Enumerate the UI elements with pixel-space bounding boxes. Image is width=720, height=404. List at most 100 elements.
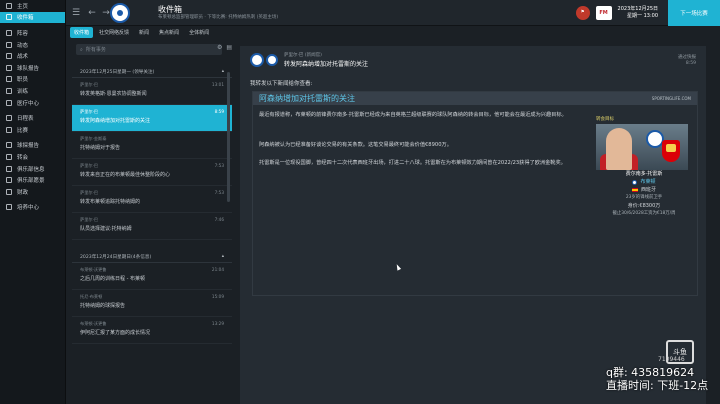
message-item[interactable]: 萨里尔·巴 队员选择建议:托特纳姆 7:46	[72, 213, 232, 240]
message-groups: 2023年12月25日星期一 (领导关注) ▴ 萨里尔·巴 转发英格斯·恩曼农协调整新…	[72, 65, 232, 344]
player-nation[interactable]: 西班牙	[596, 186, 692, 194]
player-value: 身价:€8300万	[627, 203, 661, 209]
sidebar-item-label: 职员	[17, 77, 29, 84]
sidebar-item[interactable]: 收件箱	[0, 11, 65, 24]
finance-icon	[6, 188, 12, 195]
report-icon	[6, 64, 12, 71]
sidebar-item[interactable]: 阵容	[0, 27, 65, 39]
sidebar-item[interactable]: 职员	[0, 74, 65, 86]
top-bar: ☰ ← → 收件箱 布莱顿总监部管理职员 · 下等比赛: 托特纳姆热刺 (英超主…	[66, 0, 720, 26]
forward-intro: 我转发以下新闻给你查看:	[250, 81, 313, 87]
arsenal-crest-icon	[662, 140, 680, 162]
notification-icon[interactable]: ⚑	[575, 6, 590, 20]
message-from: 萨里尔·巴	[80, 217, 99, 222]
message-item[interactable]: 萨里尔·巴 转发阿森纳增加对托雷斯的关注 8:59	[72, 105, 232, 132]
message-item[interactable]: 布莱顿·沃更鲁 伊阿尼汇报了某方面的成长情况 13:29	[72, 317, 232, 344]
vision-icon	[6, 177, 12, 184]
message-item[interactable]: 萨里尔·巴转发布莱顿追踪托特纳姆的 7:53	[72, 186, 232, 213]
back-icon[interactable]: ←	[86, 7, 98, 19]
player-club[interactable]: 布莱顿	[596, 178, 692, 186]
message-time: 7:53	[214, 163, 224, 168]
message-from: 托尼·布莱顿	[80, 294, 103, 299]
sidebar-item[interactable]: 医疗中心	[0, 97, 65, 109]
sidebar-item[interactable]: 转会	[0, 151, 65, 163]
inbox-icon	[6, 14, 12, 21]
transfer-icon	[6, 153, 12, 160]
message-item[interactable]: 萨里尔·金斯泰 托特纳姆对于报告	[72, 132, 232, 159]
sort-icon[interactable]: ▤	[226, 44, 232, 51]
sidebar-item[interactable]: 俱乐部信息	[0, 163, 65, 175]
sidebar-item[interactable]: 球队报告	[0, 62, 65, 74]
tab[interactable]: 全体新闻	[185, 27, 213, 38]
sidebar-item[interactable]: 俱乐部愿景	[0, 174, 65, 186]
menu-icon[interactable]: ☰	[70, 7, 82, 19]
topbar-right: ⚑ FM 2023年12月25日 星期一 13:00 下一场比赛	[575, 0, 720, 26]
sidebar-item-label: 动态	[17, 42, 29, 49]
home-icon	[6, 2, 12, 9]
tab[interactable]: 新闻	[135, 27, 153, 38]
tab[interactable]: 焦点新闻	[155, 27, 183, 38]
collapse-icon[interactable]: ▴	[222, 69, 224, 75]
message-item[interactable]: 萨里尔·巴转发来自正在的布莱顿最佳休整阶段的心 7:53	[72, 159, 232, 186]
calendar-icon	[6, 115, 12, 122]
filter-icon[interactable]: ⚙	[217, 44, 222, 51]
tab[interactable]: 收件箱	[70, 26, 94, 38]
message-from: 萨里尔·巴	[80, 109, 99, 114]
list-tools: ⚙ ▤	[217, 44, 232, 51]
sidebar-item-label: 财政	[17, 189, 29, 196]
news-article: 阿森纳增加对托雷斯的关注 SPORTINGLIFE.COM 最近有报道称，布莱顿…	[252, 91, 698, 296]
sidebar-item-label: 战术	[17, 54, 29, 61]
card-label: 转会目标	[596, 117, 614, 122]
sidebar-item[interactable]: 球探报告	[0, 140, 65, 152]
scrollbar[interactable]	[227, 72, 230, 202]
player-photo	[596, 124, 688, 170]
spain-flag-icon	[631, 188, 638, 192]
tab[interactable]: 社交网络反馈	[95, 27, 133, 38]
sidebar-item-label: 俱乐部愿景	[17, 178, 45, 185]
message-from: 萨里尔·巴	[80, 82, 99, 87]
message-time: 7:53	[214, 190, 224, 195]
sidebar-item[interactable]: 财政	[0, 186, 65, 198]
message-subj: 之后几周的训练日程 - 布莱顿	[80, 276, 145, 282]
search-box[interactable]: ⌕ 所有事务	[76, 44, 222, 55]
collapse-icon[interactable]: ▴	[222, 254, 224, 260]
message-from: 萨里尔·巴	[80, 163, 99, 168]
sender-name[interactable]: 萨里尔·巴 (新闻官)	[284, 52, 322, 58]
fm-logo-icon[interactable]: FM	[595, 6, 612, 20]
message-from: 萨里尔·巴	[80, 190, 99, 195]
sidebar-item-label: 转会	[17, 154, 29, 161]
message-from: 萨里尔·金斯泰	[80, 136, 107, 141]
staff-icon	[6, 76, 12, 83]
club-crest-icon[interactable]	[110, 3, 130, 23]
message-meta: 通过快报 8:59	[678, 55, 696, 66]
sidebar-item-label: 日程表	[17, 116, 34, 123]
message-subj: 伊阿尼汇报了某方面的成长情况	[80, 330, 151, 336]
message-subj: 转发来自正在的布莱顿最佳休整阶段的心	[80, 172, 171, 178]
sidebar-item[interactable]: 日程表	[0, 112, 65, 124]
sidebar-item-label: 球探报告	[17, 143, 40, 150]
sidebar-item[interactable]: 主页	[0, 0, 65, 12]
message-subj: 转发英格斯·恩曼农协调整新闻	[80, 91, 147, 97]
message-subj: 转发布莱顿追踪托特纳姆的	[80, 199, 141, 205]
transfer-target-card[interactable]: 转会目标 费尔南多·托雷斯 布莱顿 西班牙 23岁的锋线前卫手 身价:€8300…	[596, 116, 692, 246]
article-header: 阿森纳增加对托雷斯的关注 SPORTINGLIFE.COM	[253, 92, 697, 105]
group-header[interactable]: 2023年12月25日星期一 (领导关注) ▴	[72, 65, 232, 78]
group-header[interactable]: 2023年12月24日星期日(4条信息) ▴	[72, 250, 232, 263]
sidebar-item[interactable]: 培养中心	[0, 202, 65, 214]
message-time: 7:46	[214, 217, 224, 222]
sidebar-item[interactable]: 战术	[0, 50, 65, 62]
player-name[interactable]: 费尔南多·托雷斯	[596, 170, 692, 178]
sidebar-item[interactable]: 比赛	[0, 124, 65, 136]
message-item[interactable]: 布莱顿·沃更鲁 之后几周的训练日程 - 布莱顿 21:04	[72, 263, 232, 290]
message-item[interactable]: 萨里尔·巴 转发英格斯·恩曼农协调整新闻 13:01	[72, 78, 232, 105]
sidebar-item[interactable]: 动态	[0, 39, 65, 51]
continue-button[interactable]: 下一场比赛	[668, 0, 720, 26]
message-from: 布莱顿·沃更鲁	[80, 321, 107, 326]
club-info-icon	[6, 165, 12, 172]
article-paragraph: 最近有报道称，布莱顿的前锋费尔南多·托雷斯已经成为来自英格兰超级联赛的球队阿森纳…	[259, 112, 567, 118]
sidebar-item[interactable]: 训练	[0, 85, 65, 97]
date-display[interactable]: 2023年12月25日 星期一 13:00	[618, 6, 658, 20]
message-item[interactable]: 托尼·布莱顿 托特纳姆的球探报告 15:09	[72, 290, 232, 317]
sidebar-item-label: 球队报告	[17, 65, 40, 72]
sidebar-item-label: 比赛	[17, 127, 29, 134]
